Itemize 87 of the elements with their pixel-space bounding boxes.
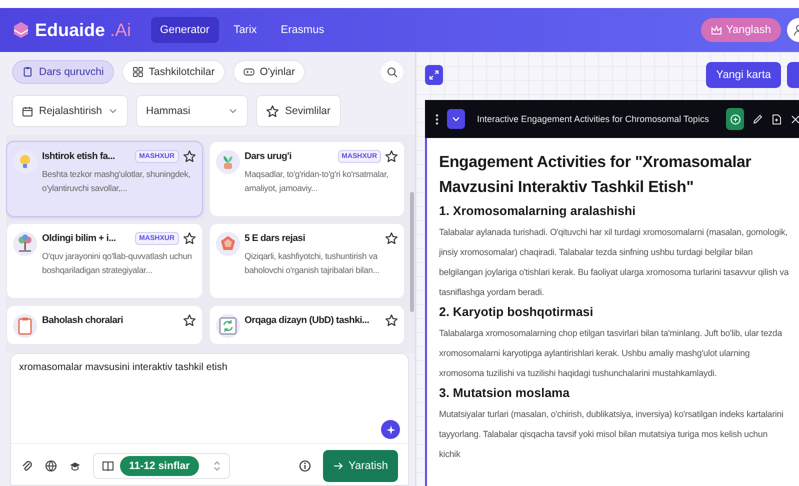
- add-comment-icon: [730, 114, 740, 124]
- category-tab[interactable]: O'yinlar: [232, 60, 305, 84]
- info-icon: [299, 460, 312, 472]
- card-description: Maqsadlar, to'g'ridan-to'g'ri ko'rsatmalar, amaliyot, jamoaviy...: [244, 168, 390, 195]
- close-icon: [790, 114, 799, 124]
- chevron-icon: [228, 106, 238, 116]
- card-description: Qiziqarli, kashfiyotchi, tushuntirish va baholovchi o'rganish tajribalari bilan...: [244, 250, 380, 277]
- card-title: 5 E dars rejasi: [244, 233, 306, 244]
- close-button[interactable]: [790, 114, 799, 124]
- graduation-cap-icon: [69, 460, 81, 472]
- file-button[interactable]: [771, 114, 782, 124]
- scrollbar[interactable]: [410, 192, 414, 312]
- section-heading: 3. Mutatsion moslama: [439, 386, 571, 400]
- section-heading: 1. Xromosomalarning aralashishi: [439, 204, 637, 218]
- new-card-button[interactable]: Yangi karta: [706, 62, 781, 88]
- app-logo[interactable]: Eduaide .Ai: [35, 20, 132, 40]
- calendar-icon: [22, 106, 33, 116]
- paperclip-button[interactable]: [21, 460, 33, 472]
- star-icon: [266, 104, 279, 118]
- favorites-button[interactable]: Sevimlilar: [256, 95, 341, 127]
- category-dropdown[interactable]: Rejalashtirish: [12, 95, 128, 127]
- crown-icon: [710, 24, 722, 36]
- info-button[interactable]: [299, 460, 312, 472]
- pencil-icon: [752, 114, 763, 124]
- star-icon: [182, 314, 196, 327]
- book-icon: [102, 460, 114, 472]
- category-tab[interactable]: Tashkilotchilar: [122, 60, 225, 84]
- grade-selector[interactable]: 11-12 sinflar: [120, 456, 199, 476]
- star-icon: [385, 150, 398, 163]
- arrow-right-icon: [333, 461, 344, 471]
- document-title: Interactive Engagement Activities for Chromosomal Topics: [477, 114, 710, 124]
- chevron-icon: [108, 106, 118, 116]
- nav-tab[interactable]: Erasmus: [272, 17, 334, 43]
- template-card[interactable]: 5 E dars rejasi Qiziqarli, kashfiyotchi, tushuntirish va baholovchi o'rganish tajribalari bilan...: [208, 223, 405, 299]
- add-button[interactable]: [726, 108, 744, 130]
- section-paragraph: Mutatsiyalar turlari (masalan, o'chirish, dublikatsiya, inversiya) ko'rsatilgan indeks kartalarini tayyorlang. Talabalar qisqacha tavsif yoki misol bilan mutatsiya turiga mos kelish uchun kichik: [439, 408, 784, 461]
- enhance-button[interactable]: [381, 420, 400, 439]
- prompt-field[interactable]: xromasomalar mavsusini interaktiv tashkil etish: [11, 354, 408, 420]
- nav-tab[interactable]: Tarix: [224, 17, 266, 43]
- expand-icon: [429, 70, 439, 80]
- globe-icon: [45, 460, 57, 472]
- globe-button[interactable]: [45, 460, 57, 472]
- favorite-button[interactable]: [182, 150, 196, 163]
- drag-handle-icon: [435, 114, 439, 124]
- pencil-button[interactable]: [752, 114, 763, 124]
- card-title: Dars urug'i: [244, 151, 292, 162]
- paperclip-icon: [21, 460, 33, 472]
- card-title: Oldingi bilim + i...: [42, 233, 117, 244]
- favorite-button[interactable]: [385, 314, 398, 327]
- search-icon: [386, 66, 398, 78]
- file-icon: [771, 114, 782, 124]
- favorite-button[interactable]: [182, 232, 196, 245]
- category-tab[interactable]: Dars quruvchi: [12, 60, 114, 84]
- up-down-icon: [212, 460, 221, 472]
- toolbar-button[interactable]: [787, 62, 799, 88]
- card-title: Orqaga dizayn (UbD) tashki...: [244, 315, 370, 326]
- nav-tab[interactable]: Generator: [151, 17, 219, 43]
- card-title: Ishtirok etish fa...: [42, 151, 116, 162]
- expand-button[interactable]: [425, 65, 443, 85]
- graduation-cap-button[interactable]: [69, 460, 81, 472]
- favorite-button[interactable]: [385, 232, 398, 245]
- logo-icon: [12, 21, 30, 39]
- card-title: Baholash choralari: [42, 315, 124, 326]
- section-heading: 2. Karyotip boshqotirmasi: [439, 305, 594, 319]
- star-icon: [385, 314, 398, 327]
- gamepad-icon: [242, 66, 255, 78]
- search-button[interactable]: [381, 61, 403, 83]
- template-card[interactable]: Baholash choralari: [6, 305, 202, 345]
- star-icon: [182, 232, 196, 245]
- card-description: Beshta tezkor mashg'ulotlar, shuningdek, o'ylantiruvchi savollar,...: [42, 168, 192, 195]
- chevron-down-icon: [452, 115, 460, 123]
- scope-dropdown[interactable]: Hammasi: [136, 95, 248, 127]
- favorite-button[interactable]: [385, 150, 398, 163]
- collapse-button[interactable]: [447, 109, 465, 129]
- card-description: O'quv jarayonini qo'llab-quvvatlash uchun boshqariladigan strategiyalar...: [42, 250, 193, 277]
- sparkle-icon: [386, 424, 396, 434]
- cycle-icon: [216, 315, 238, 337]
- grid-icon: [132, 66, 144, 78]
- generate-button[interactable]: Yaratish: [323, 450, 398, 482]
- template-card[interactable]: Orqaga dizayn (UbD) tashki...: [208, 305, 405, 345]
- star-icon: [385, 232, 398, 245]
- star-icon: [182, 150, 196, 163]
- clipboard-icon: [22, 66, 34, 78]
- document-heading: Engagement Activities for "Xromasomalar Mavzusini Interaktiv Tashkil Etish": [439, 153, 752, 198]
- section-paragraph: Talabalar aylanada turishadi. O'qituvchi har xil turdagi xromosomalarni (masalan, gomologik, jinsiy xromosomalar) chaqiradi. Talabalar tezda sinfning ushbu turdagi belgilar bilan belgilangan joylariga o'tishlari kerak. Bu faoliyat ularga xromosoma turlarini tasavvur qilish va tasniflashga yordam beradi.: [439, 226, 790, 299]
- section-paragraph: Talabalarga xromosomalarning chop etilgan tasvirlari bilan ta'minlang. Juft bo'lib, ular tezda xromosomalarni karyotipga aylantirishlari kerak. Ushbu amaliy mashg'ulot ularning xromosoma tuzilishi va tuzilishi haqidagi tushunchalarini mustahkamlaydi.: [439, 327, 784, 380]
- favorite-button[interactable]: [182, 314, 196, 327]
